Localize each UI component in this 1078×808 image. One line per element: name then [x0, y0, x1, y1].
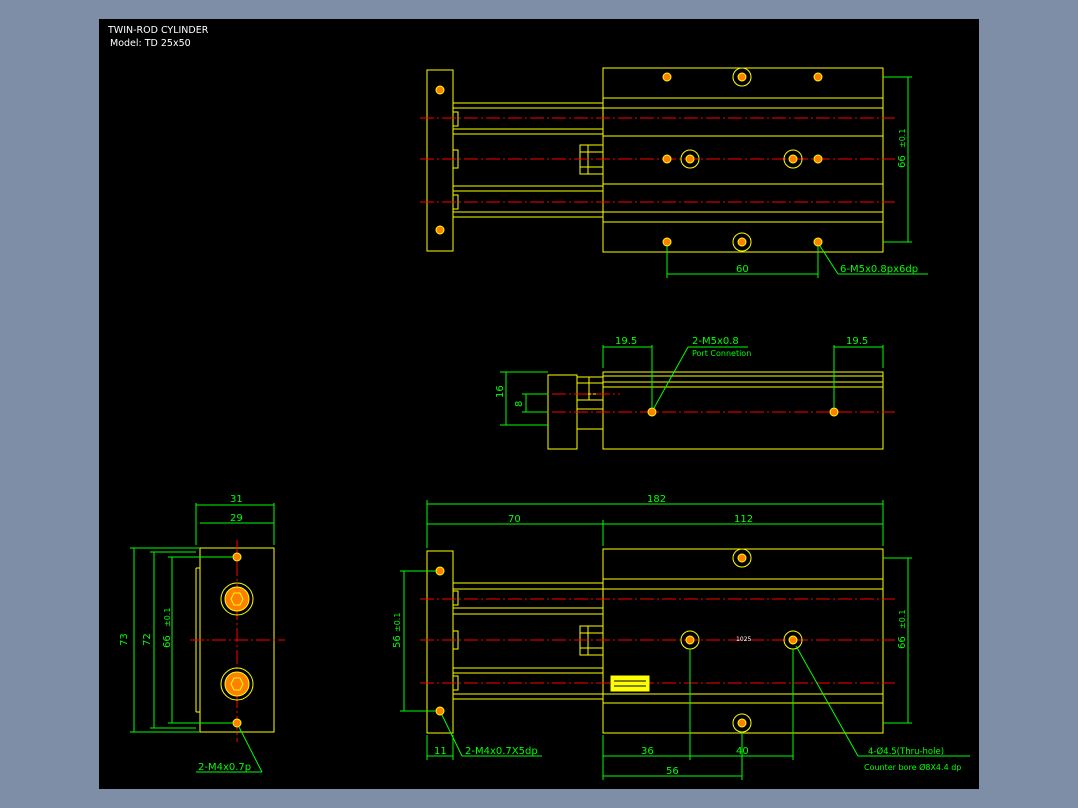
tapped-hole	[737, 237, 747, 247]
front-mount-hole	[435, 706, 445, 716]
end-view: 31 29 73 72 66 ±0.1 2-M4x0.7p	[119, 494, 285, 773]
cylinder-body	[602, 67, 884, 253]
counter-callout: Counter bore Ø8X4.4 dp	[864, 762, 961, 772]
tapped-hole	[662, 72, 672, 82]
model-mark: 1025	[736, 636, 751, 643]
front-tapped-hole	[737, 718, 747, 728]
dim-72: 72	[142, 633, 153, 646]
tapped-hole	[737, 72, 747, 82]
port-note: Port Connetion	[692, 349, 751, 358]
port-callout: 2-M5x0.8	[692, 336, 739, 347]
tol-66-right: ±0.1	[898, 610, 907, 629]
top-view: 66 ±0.1 60 6-M5x0.8px6dp	[420, 67, 928, 278]
dim-112: 112	[734, 514, 753, 525]
tol-56-left: ±0.1	[393, 613, 402, 632]
drawing-sheet: .o { stroke:#ffff00; fill:none; stroke-w…	[99, 19, 979, 789]
counterbore-hole	[685, 154, 695, 164]
dim-11: 11	[434, 746, 447, 757]
mount-hole	[435, 85, 445, 95]
thru-hole	[685, 635, 695, 645]
front-tapped-hole	[737, 553, 747, 563]
front-end-plate	[426, 550, 454, 734]
holes-callout-top: 6-M5x0.8px6dp	[840, 264, 918, 275]
dim-73: 73	[119, 633, 130, 646]
dim-16: 16	[495, 385, 506, 398]
counterbore-hole	[788, 154, 798, 164]
dim-36: 36	[641, 746, 654, 757]
dim-182: 182	[647, 494, 666, 505]
side-body	[602, 371, 884, 450]
dim-19-5-left: 19.5	[615, 336, 637, 347]
tapped-hole	[813, 72, 823, 82]
tapped-hole	[813, 154, 823, 164]
end-mount-hole	[232, 552, 242, 562]
tol-66-end: ±0.1	[163, 608, 172, 627]
end-mount-hole	[232, 718, 242, 728]
nameplate	[610, 675, 650, 692]
dim-56-left: 56	[392, 635, 403, 648]
tapped-hole	[813, 237, 823, 247]
thru-callout: 4-Ø4.5(Thru-hole)	[868, 746, 944, 757]
dim-40: 40	[736, 746, 749, 757]
tapped-hole	[662, 154, 672, 164]
dim-56-bottom: 56	[666, 766, 679, 777]
tol-66-top: ±0.1	[898, 129, 907, 148]
dim-60: 60	[736, 264, 749, 275]
mount-hole	[435, 225, 445, 235]
side-view: 19.5 2-M5x0.8 Port Connetion 19.5 16 8	[495, 336, 895, 450]
dim-66-right: 66	[897, 636, 908, 649]
dim-19-5-right: 19.5	[846, 336, 868, 347]
front-view: 1025 182 70 112 56 ±0.1 66 ±0.1 11 2-M4x…	[392, 494, 970, 780]
end-plate	[426, 69, 454, 252]
title-line-1: TWIN-ROD CYLINDER	[107, 25, 209, 36]
dim-66-top: 66	[897, 155, 908, 168]
holes-callout-end: 2-M4x0.7p	[198, 762, 251, 773]
title-line-2: Model: TD 25x50	[110, 38, 191, 49]
port-hole	[829, 407, 839, 417]
thru-hole	[788, 635, 798, 645]
dim-8: 8	[514, 401, 525, 407]
dim-29: 29	[230, 513, 243, 524]
front-mount-hole	[435, 566, 445, 576]
cad-drawing: .o { stroke:#ffff00; fill:none; stroke-w…	[107, 25, 970, 780]
title-block: TWIN-ROD CYLINDER Model: TD 25x50	[107, 25, 209, 49]
port-hole	[647, 407, 657, 417]
dim-66-end: 66	[162, 635, 173, 648]
holes-callout-front: 2-M4x0.7X5dp	[465, 746, 538, 757]
dim-31: 31	[230, 494, 243, 505]
tapped-hole	[662, 237, 672, 247]
dim-70: 70	[508, 514, 521, 525]
